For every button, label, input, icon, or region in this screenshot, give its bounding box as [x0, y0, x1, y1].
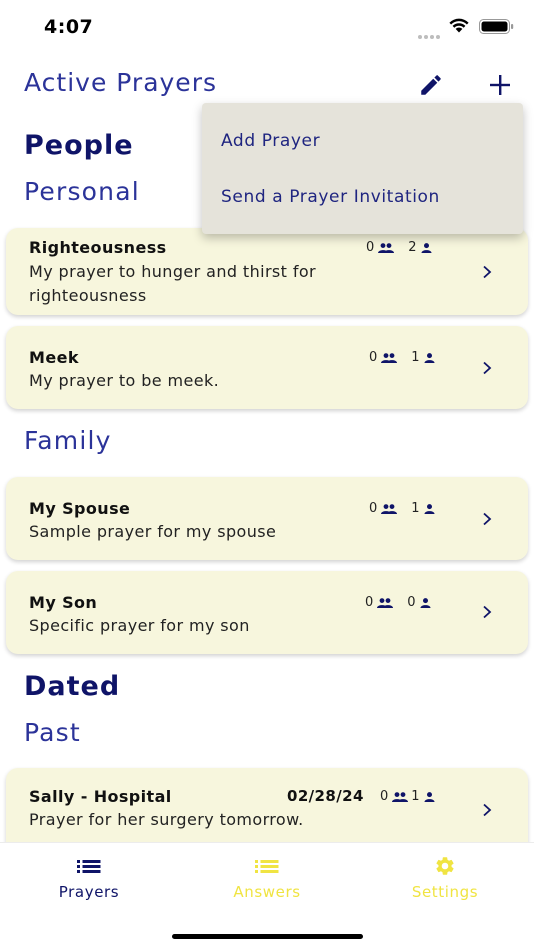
tab-prayers[interactable]: Prayers	[0, 843, 178, 913]
chevron-right-icon	[483, 265, 492, 279]
prayer-description: My prayer to be meek.	[29, 371, 220, 390]
person-icon	[421, 242, 432, 253]
prayer-card[interactable]: Righteousness My prayer to hunger and th…	[6, 228, 528, 315]
person-icon	[424, 503, 435, 514]
list-icon	[255, 860, 279, 873]
pencil-icon	[421, 75, 441, 95]
group-count: 0	[369, 501, 378, 516]
tab-label: Prayers	[58, 883, 120, 901]
group-icon	[377, 597, 394, 608]
list-icon	[77, 860, 101, 873]
person-count: 1	[411, 350, 420, 365]
person-icon	[424, 791, 435, 802]
chevron-right-icon	[483, 512, 492, 526]
prayer-title: Sally - Hospital	[29, 787, 172, 806]
person-count: 1	[411, 501, 420, 516]
group-icon	[381, 352, 398, 363]
prayer-description: Prayer for her surgery tomorrow.	[29, 810, 304, 829]
status-bar: 4:07	[0, 0, 534, 54]
add-menu: Add Prayer Send a Prayer Invitation	[202, 103, 523, 234]
tab-answers[interactable]: Answers	[178, 843, 356, 913]
prayer-title: My Son	[29, 593, 98, 612]
prayer-counts: 0 1	[369, 501, 435, 516]
prayer-description: My prayer to hunger and thirst for right…	[29, 262, 317, 305]
page-title: Active Prayers	[24, 68, 217, 97]
prayer-counts: 0 1	[369, 350, 435, 365]
prayer-counts: 0 0	[365, 595, 431, 610]
prayer-title: Righteousness	[29, 238, 167, 257]
group-count: 0	[380, 789, 389, 804]
group-count: 0	[369, 350, 378, 365]
home-indicator	[172, 934, 363, 939]
person-count: 2	[408, 240, 417, 255]
person-icon	[420, 597, 431, 608]
tab-label: Settings	[411, 883, 479, 901]
person-icon	[424, 352, 435, 363]
section-heading-people: People	[24, 130, 134, 161]
group-icon	[378, 242, 395, 253]
chevron-right-icon	[483, 361, 492, 375]
tab-settings[interactable]: Settings	[356, 843, 534, 913]
group-icon	[392, 791, 409, 802]
cellular-signal-icon	[418, 24, 444, 39]
person-count: 0	[407, 595, 416, 610]
prayer-title: My Spouse	[29, 499, 131, 518]
wifi-icon	[449, 18, 469, 33]
prayer-counts: 0 1	[380, 789, 435, 804]
prayer-counts: 0 2	[366, 240, 432, 255]
status-time: 4:07	[44, 16, 94, 38]
prayer-title: Meek	[29, 348, 79, 367]
chevron-right-icon	[483, 803, 492, 817]
chevron-right-icon	[483, 605, 492, 619]
prayer-description: Specific prayer for my son	[29, 616, 250, 635]
edit-button[interactable]	[414, 70, 448, 100]
person-count: 1	[411, 789, 420, 804]
subsection-heading-past: Past	[24, 718, 81, 747]
prayer-card[interactable]: My Son Specific prayer for my son 0 0	[6, 571, 528, 654]
prayer-date: 02/28/24	[287, 787, 364, 805]
group-count: 0	[366, 240, 375, 255]
subsection-heading-personal: Personal	[24, 177, 140, 206]
tab-label: Answers	[233, 883, 301, 901]
battery-icon	[479, 19, 514, 34]
plus-icon	[490, 75, 510, 95]
prayer-description: Sample prayer for my spouse	[29, 522, 277, 541]
group-icon	[381, 503, 398, 514]
menu-item-send-invitation[interactable]: Send a Prayer Invitation	[221, 187, 440, 207]
section-heading-dated: Dated	[24, 671, 121, 702]
prayer-card[interactable]: Meek My prayer to be meek. 0 1	[6, 326, 528, 409]
menu-item-add-prayer[interactable]: Add Prayer	[221, 131, 320, 151]
subsection-heading-family: Family	[24, 426, 112, 455]
add-button[interactable]	[484, 70, 516, 100]
prayer-card[interactable]: My Spouse Sample prayer for my spouse 0 …	[6, 477, 528, 560]
group-count: 0	[365, 595, 374, 610]
gear-icon	[436, 857, 454, 875]
